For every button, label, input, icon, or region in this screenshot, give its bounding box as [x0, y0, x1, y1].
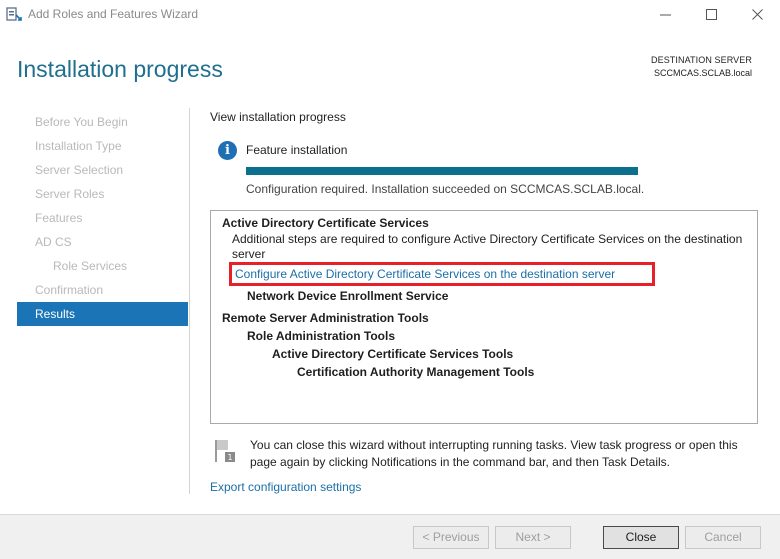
close-icon	[751, 8, 763, 20]
minimize-icon	[659, 14, 671, 15]
ca-management-tools-item: Certification Authority Management Tools	[297, 365, 535, 379]
results-list: Active Directory Certificate Services Ad…	[210, 210, 758, 424]
feature-installation-label: Feature installation	[246, 143, 348, 157]
window-title: Add Roles and Features Wizard	[28, 7, 199, 21]
role-admin-tools-item: Role Administration Tools	[247, 329, 396, 343]
server-manager-icon	[6, 7, 22, 21]
progress-fill	[246, 167, 638, 175]
adcs-tools-item: Active Directory Certificate Services To…	[272, 347, 514, 361]
minimize-button[interactable]	[642, 0, 688, 28]
notification-flag-icon: 1	[215, 440, 235, 462]
export-configuration-link[interactable]: Export configuration settings	[210, 480, 361, 494]
adcs-heading: Active Directory Certificate Services	[222, 216, 429, 230]
nav-item-results[interactable]: Results	[17, 302, 188, 326]
ndes-item: Network Device Enrollment Service	[247, 289, 449, 303]
close-wizard-note: You can close this wizard without interr…	[250, 438, 738, 469]
previous-button[interactable]: < Previous	[413, 526, 489, 549]
destination-server-label: DESTINATION SERVER	[651, 55, 752, 65]
maximize-icon	[705, 8, 717, 20]
section-title: View installation progress	[210, 110, 346, 124]
nav-item-before-you-begin: Before You Begin	[35, 115, 128, 129]
nav-item-role-services: Role Services	[53, 259, 128, 273]
adcs-message: Additional steps are required to configu…	[232, 232, 743, 261]
nav-item-ad-cs: AD CS	[35, 235, 72, 249]
rsat-item: Remote Server Administration Tools	[222, 311, 429, 325]
installation-status: Configuration required. Installation suc…	[246, 182, 645, 196]
cancel-button[interactable]: Cancel	[685, 526, 761, 549]
close-button[interactable]: Close	[603, 526, 679, 549]
info-icon: i	[218, 141, 237, 160]
next-button[interactable]: Next >	[495, 526, 571, 549]
nav-divider	[189, 108, 190, 494]
maximize-button[interactable]	[688, 0, 734, 28]
nav-item-confirmation: Confirmation	[35, 283, 104, 297]
nav-item-server-roles: Server Roles	[35, 187, 105, 201]
configure-adcs-link[interactable]: Configure Active Directory Certificate S…	[235, 267, 615, 281]
wizard-navigation: Before You Begin Installation Type Serve…	[17, 110, 188, 326]
nav-item-installation-type: Installation Type	[35, 139, 122, 153]
wizard-footer: < Previous Next > Close Cancel	[0, 514, 780, 559]
nav-item-features: Features	[35, 211, 83, 225]
nav-item-server-selection: Server Selection	[35, 163, 124, 177]
installation-progress-bar	[246, 167, 638, 175]
wizard-header: Installation progress DESTINATION SERVER…	[0, 28, 780, 98]
destination-server-name: SCCMCAS.SCLAB.local	[653, 68, 752, 78]
page-title: Installation progress	[17, 56, 223, 82]
svg-text:1: 1	[227, 453, 232, 462]
close-window-button[interactable]	[734, 0, 780, 28]
title-bar: Add Roles and Features Wizard	[0, 0, 780, 28]
